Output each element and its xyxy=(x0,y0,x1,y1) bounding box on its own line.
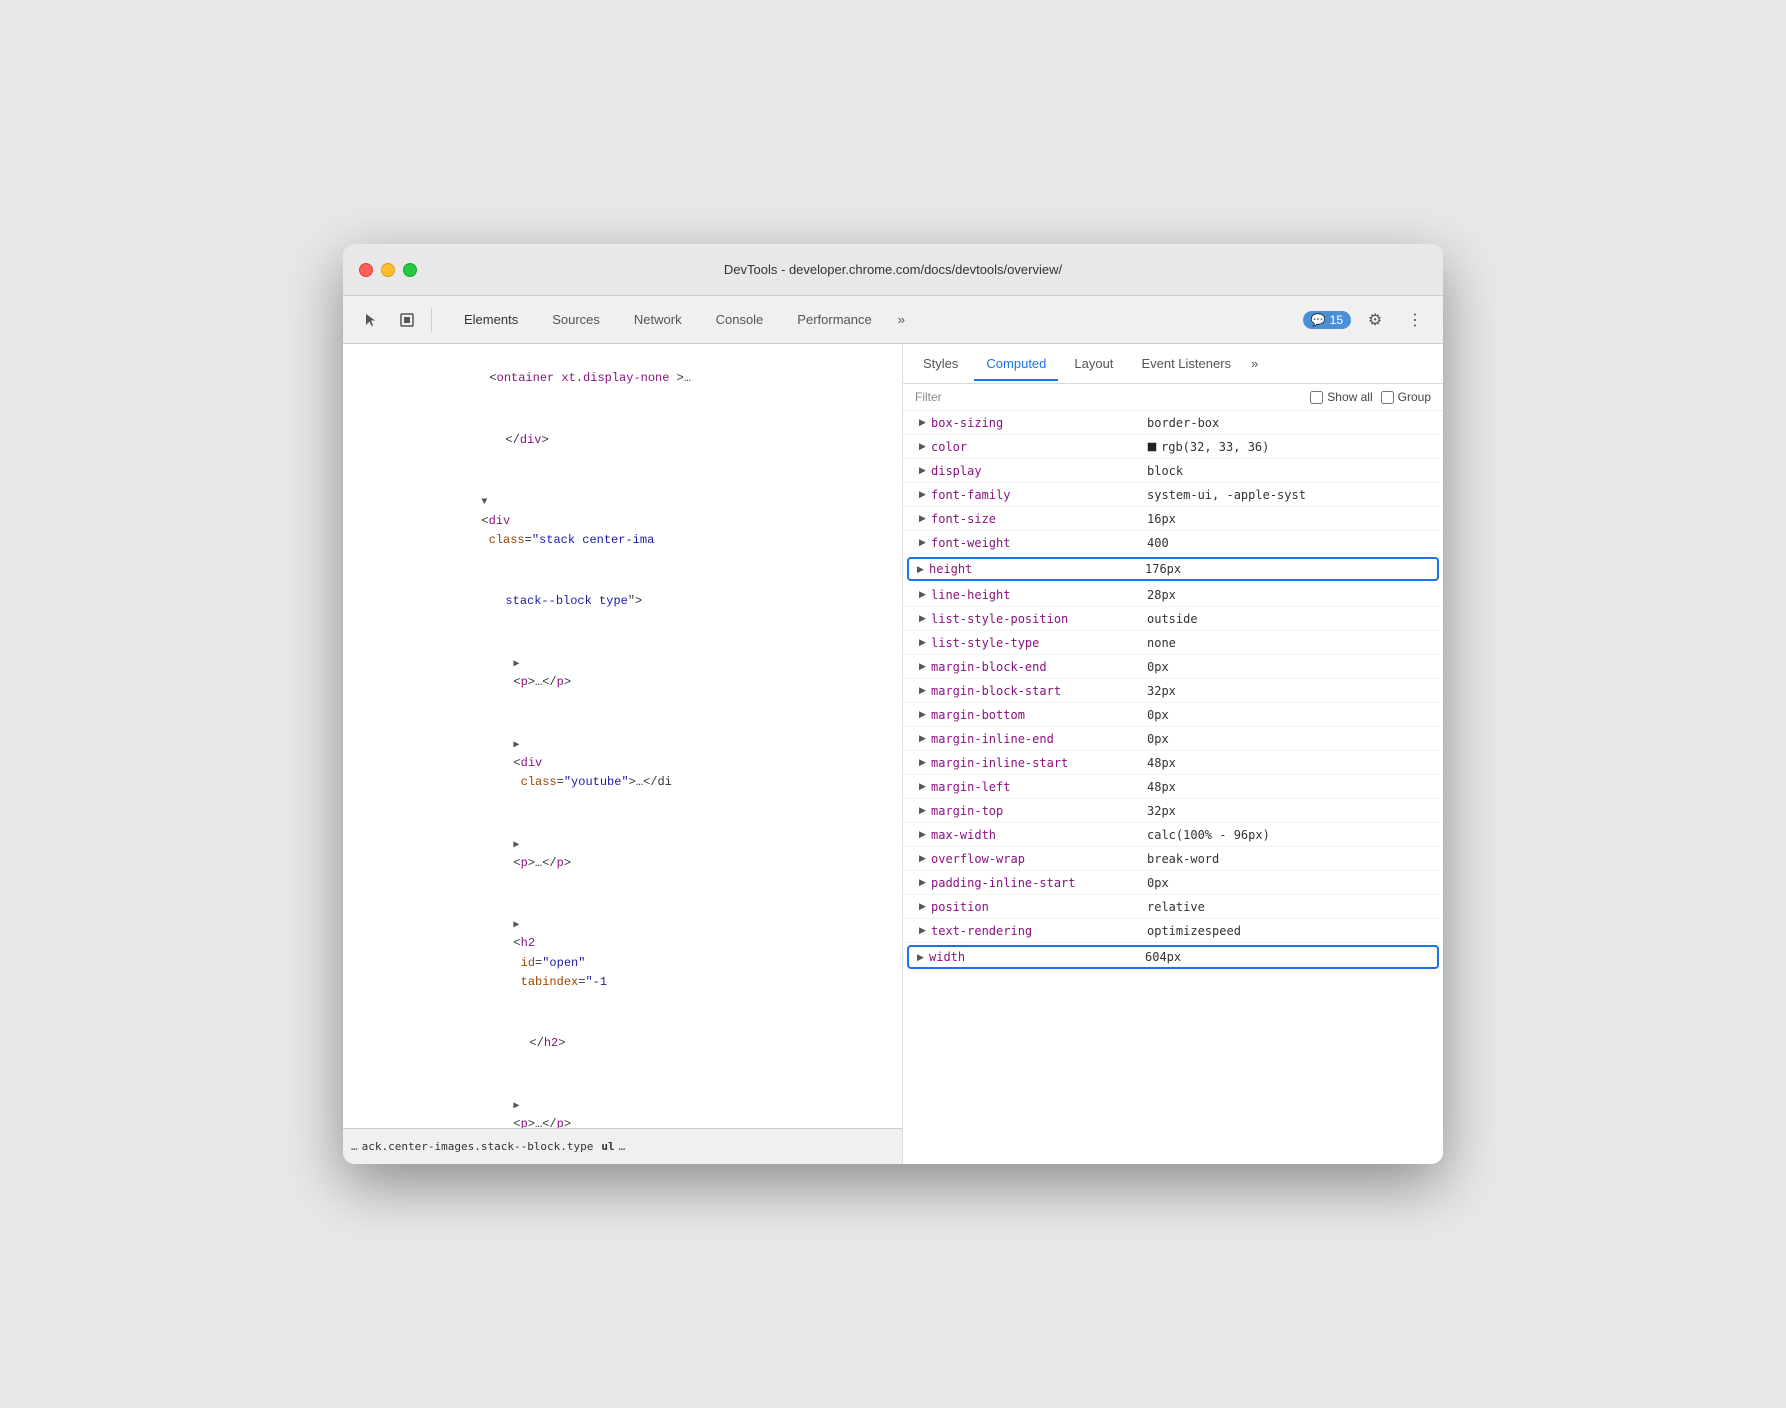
element-row[interactable]: </h2> xyxy=(343,1013,902,1075)
minimize-button[interactable] xyxy=(381,263,395,277)
prop-padding-inline-start[interactable]: ▶ padding-inline-start 0px xyxy=(903,871,1443,895)
devtools-window: DevTools - developer.chrome.com/docs/dev… xyxy=(343,244,1443,1164)
element-row[interactable]: </div> xyxy=(343,410,902,472)
filter-input[interactable] xyxy=(954,390,1299,404)
prop-margin-inline-start[interactable]: ▶ margin-inline-start 48px xyxy=(903,751,1443,775)
filter-options: Show all Group xyxy=(1310,390,1431,404)
elements-panel: <ontainer xt.display-none >… </div> ▼ <d… xyxy=(343,344,903,1164)
titlebar: DevTools - developer.chrome.com/docs/dev… xyxy=(343,244,1443,296)
element-row[interactable]: ▼ <div class="stack center-ima xyxy=(343,471,902,571)
filter-bar: Filter Show all Group xyxy=(903,384,1443,411)
tab-styles[interactable]: Styles xyxy=(911,348,970,381)
menu-button[interactable]: ⋮ xyxy=(1399,304,1431,336)
prop-margin-block-start[interactable]: ▶ margin-block-start 32px xyxy=(903,679,1443,703)
prop-position[interactable]: ▶ position relative xyxy=(903,895,1443,919)
prop-margin-bottom[interactable]: ▶ margin-bottom 0px xyxy=(903,703,1443,727)
elements-content[interactable]: <ontainer xt.display-none >… </div> ▼ <d… xyxy=(343,344,902,1128)
prop-width-highlighted[interactable]: ▶ width 604px xyxy=(907,945,1439,969)
breadcrumb-item1[interactable]: ack.center-images.stack--block.type xyxy=(362,1140,594,1153)
more-tabs-button[interactable]: » xyxy=(890,308,913,331)
element-row[interactable]: ▶ <div class="youtube">…</di xyxy=(343,713,902,813)
main-content: <ontainer xt.display-none >… </div> ▼ <d… xyxy=(343,344,1443,1164)
more-right-tabs[interactable]: » xyxy=(1251,356,1258,371)
show-all-label[interactable]: Show all xyxy=(1310,390,1372,404)
prop-font-size[interactable]: ▶ font-size 16px xyxy=(903,507,1443,531)
tab-elements[interactable]: Elements xyxy=(448,306,534,333)
tab-event-listeners[interactable]: Event Listeners xyxy=(1129,348,1243,381)
inspect-icon[interactable] xyxy=(391,304,423,336)
prop-font-family[interactable]: ▶ font-family system-ui, -apple-syst xyxy=(903,483,1443,507)
computed-properties-list: ▶ box-sizing border-box ▶ color rgb(32, … xyxy=(903,411,1443,1164)
cursor-icon[interactable] xyxy=(355,304,387,336)
window-title: DevTools - developer.chrome.com/docs/dev… xyxy=(724,262,1062,277)
chat-icon: 💬 xyxy=(1311,313,1326,327)
prop-height-highlighted[interactable]: ▶ height 176px xyxy=(907,557,1439,581)
prop-margin-top[interactable]: ▶ margin-top 32px xyxy=(903,799,1443,823)
prop-line-height[interactable]: ▶ line-height 28px xyxy=(903,583,1443,607)
element-row[interactable]: stack--block type"> xyxy=(343,571,902,633)
settings-button[interactable]: ⚙ xyxy=(1359,304,1391,336)
toolbar-tabs: Elements Sources Network Console Perform… xyxy=(448,306,913,333)
tab-performance[interactable]: Performance xyxy=(781,306,887,333)
element-row[interactable]: ▶ <p>…</p> xyxy=(343,633,902,714)
maximize-button[interactable] xyxy=(403,263,417,277)
prop-margin-block-end[interactable]: ▶ margin-block-end 0px xyxy=(903,655,1443,679)
notifications-badge[interactable]: 💬 15 xyxy=(1303,311,1351,329)
prop-max-width[interactable]: ▶ max-width calc(100% - 96px) xyxy=(903,823,1443,847)
filter-label: Filter xyxy=(915,390,942,404)
group-label[interactable]: Group xyxy=(1381,390,1431,404)
color-swatch xyxy=(1147,442,1157,452)
prop-margin-inline-end[interactable]: ▶ margin-inline-end 0px xyxy=(903,727,1443,751)
badge-count: 15 xyxy=(1330,313,1343,327)
element-row[interactable]: ▶ <p>…</p> xyxy=(343,1075,902,1128)
element-row[interactable]: <ontainer xt.display-none >… xyxy=(343,348,902,410)
bottom-bar: … ack.center-images.stack--block.type ul… xyxy=(343,1128,902,1164)
prop-box-sizing[interactable]: ▶ box-sizing border-box xyxy=(903,411,1443,435)
prop-margin-left[interactable]: ▶ margin-left 48px xyxy=(903,775,1443,799)
tab-computed[interactable]: Computed xyxy=(974,348,1058,381)
divider xyxy=(431,308,432,332)
element-row[interactable]: ▶ <h2 id="open" tabindex="-1 xyxy=(343,894,902,1013)
computed-panel: Styles Computed Layout Event Listeners »… xyxy=(903,344,1443,1164)
group-checkbox[interactable] xyxy=(1381,391,1394,404)
tab-network[interactable]: Network xyxy=(618,306,698,333)
right-panel-tabs: Styles Computed Layout Event Listeners » xyxy=(903,344,1443,384)
prop-display[interactable]: ▶ display block xyxy=(903,459,1443,483)
breadcrumb-ellipsis1: … xyxy=(351,1140,358,1153)
traffic-lights xyxy=(359,263,417,277)
tab-sources[interactable]: Sources xyxy=(536,306,616,333)
tab-layout[interactable]: Layout xyxy=(1062,348,1125,381)
tab-console[interactable]: Console xyxy=(700,306,780,333)
prop-color[interactable]: ▶ color rgb(32, 33, 36) xyxy=(903,435,1443,459)
show-all-checkbox[interactable] xyxy=(1310,391,1323,404)
prop-font-weight[interactable]: ▶ font-weight 400 xyxy=(903,531,1443,555)
prop-list-style-type[interactable]: ▶ list-style-type none xyxy=(903,631,1443,655)
breadcrumb-item2[interactable]: ul xyxy=(601,1140,614,1153)
toolbar: Elements Sources Network Console Perform… xyxy=(343,296,1443,344)
prop-text-rendering[interactable]: ▶ text-rendering optimizespeed xyxy=(903,919,1443,943)
prop-list-style-position[interactable]: ▶ list-style-position outside xyxy=(903,607,1443,631)
toolbar-right: 💬 15 ⚙ ⋮ xyxy=(1303,304,1431,336)
prop-overflow-wrap[interactable]: ▶ overflow-wrap break-word xyxy=(903,847,1443,871)
close-button[interactable] xyxy=(359,263,373,277)
element-row[interactable]: ▶ <p>…</p> xyxy=(343,813,902,894)
breadcrumb-ellipsis2: … xyxy=(619,1140,626,1153)
